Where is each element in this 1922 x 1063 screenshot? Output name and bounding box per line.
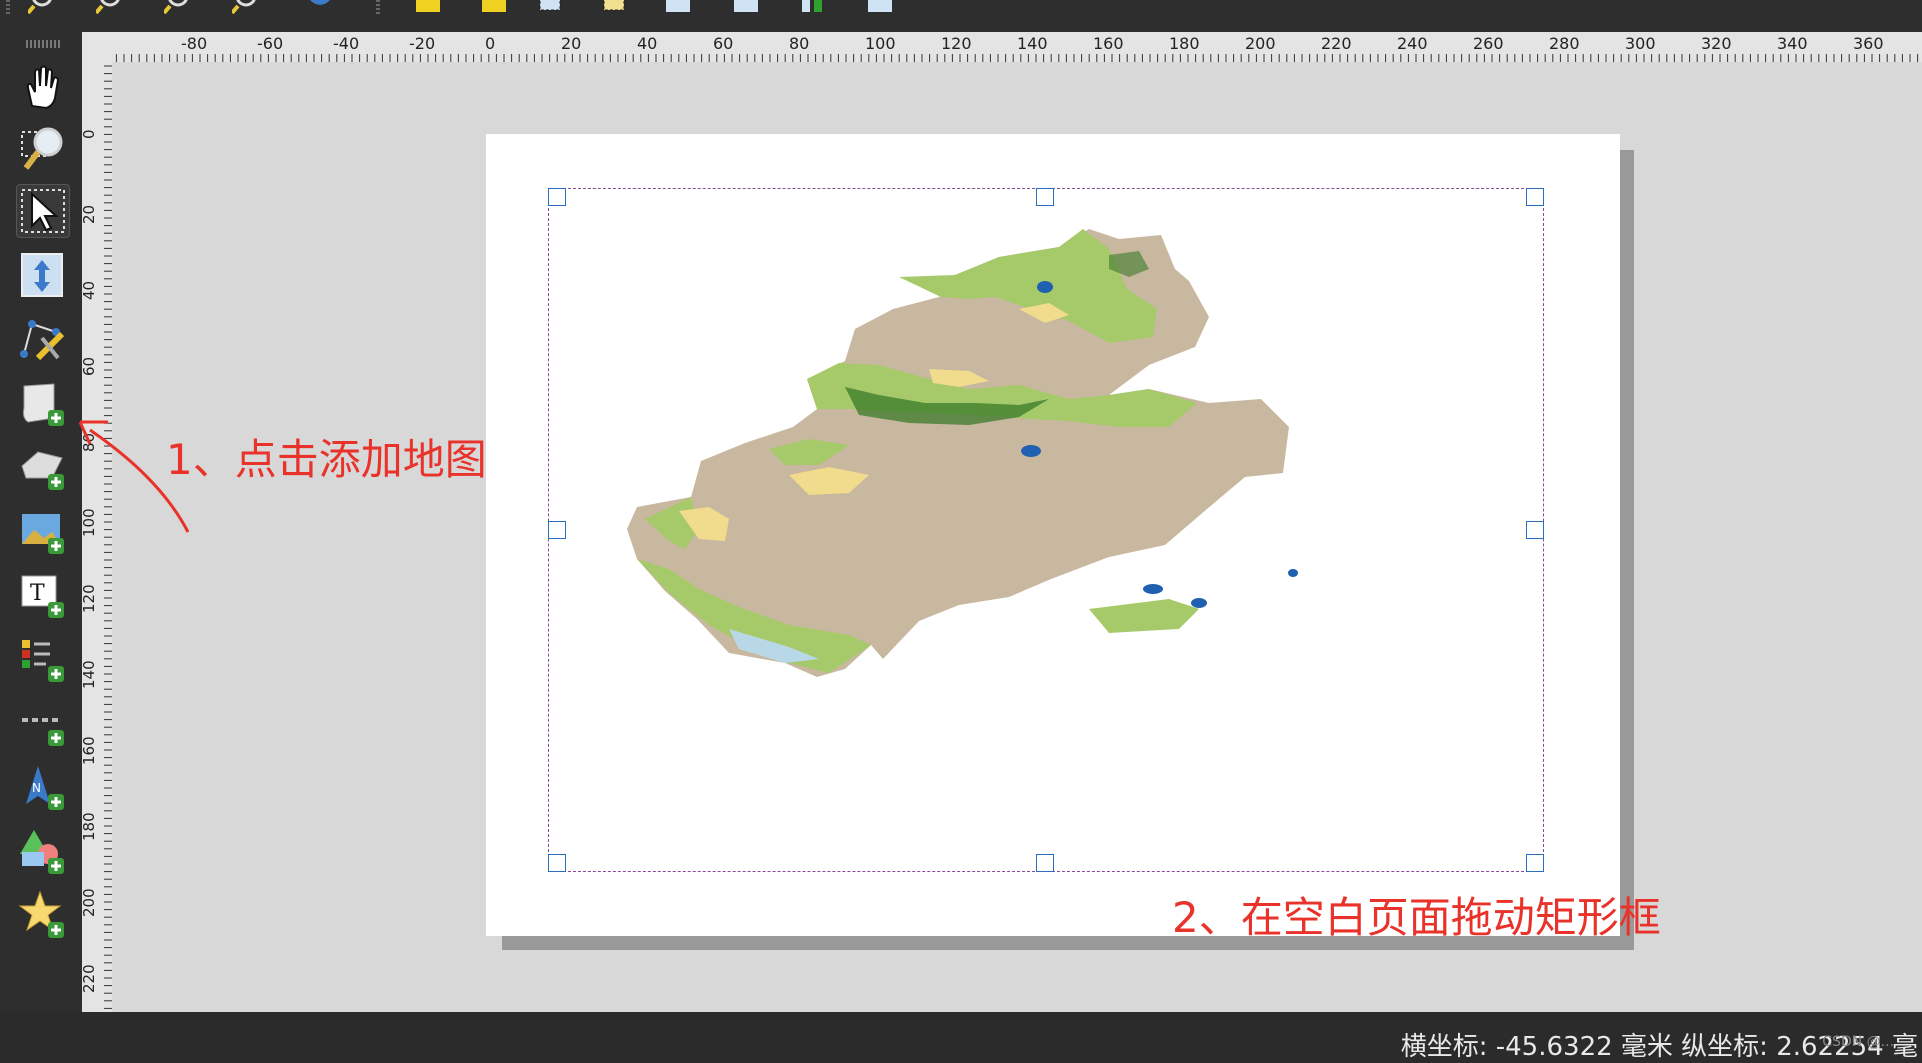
- zoom-in-icon[interactable]: [96, 0, 124, 14]
- ruler-label: 60: [713, 34, 734, 53]
- ruler-label: 100: [865, 34, 896, 53]
- resize-handle-right[interactable]: [1526, 521, 1544, 539]
- ruler-label: 20: [561, 34, 582, 53]
- resize-handle-bottom-left[interactable]: [548, 854, 566, 872]
- ruler-label: 140: [82, 660, 98, 689]
- resize-handle-bottom[interactable]: [1036, 854, 1054, 872]
- toolbar-grip[interactable]: [6, 0, 10, 14]
- toolbar-grip[interactable]: [376, 0, 380, 14]
- xinjiang-landcover-map: [627, 229, 1298, 677]
- resize-handle-left[interactable]: [548, 521, 566, 539]
- ruler-label: 60: [82, 356, 98, 376]
- ruler-label: 240: [1397, 34, 1428, 53]
- svg-text:N: N: [32, 781, 41, 795]
- resize-handle-top[interactable]: [1036, 188, 1054, 206]
- ruler-label: -60: [257, 34, 284, 53]
- ruler-corner: [82, 32, 112, 62]
- add-scalebar-icon: [22, 718, 64, 746]
- resize-handle-top-left[interactable]: [548, 188, 566, 206]
- ruler-label: 160: [1093, 34, 1124, 53]
- add-north-arrow-icon: N: [26, 766, 64, 810]
- edit-nodes-icon[interactable]: [600, 0, 628, 14]
- add-legend-tool[interactable]: [16, 632, 70, 686]
- ruler-label: -40: [333, 34, 360, 53]
- annotation-step2: 2、在空白页面拖动矩形框: [1172, 893, 1661, 942]
- ruler-label: 360: [1853, 34, 1884, 53]
- ruler-label: 280: [1549, 34, 1580, 53]
- ruler-label: 40: [637, 34, 658, 53]
- ruler-label: 0: [485, 34, 496, 53]
- move-content-icon[interactable]: [536, 0, 564, 14]
- add-scalebar-tool[interactable]: [16, 696, 70, 750]
- watermark: CSDN @...: [1822, 1034, 1894, 1050]
- toolbar-grip[interactable]: [26, 40, 60, 48]
- ruler-label: 200: [82, 888, 98, 917]
- svg-text:T: T: [30, 581, 45, 606]
- ruler-label: 200: [1245, 34, 1276, 53]
- ruler-label: 220: [82, 964, 98, 993]
- hand-icon: [26, 65, 60, 110]
- ruler-label: 20: [82, 204, 98, 224]
- ruler-label: 160: [82, 736, 98, 765]
- ruler-label: 180: [1169, 34, 1200, 53]
- raise-item-icon[interactable]: [414, 0, 442, 14]
- arrow-select-icon: [21, 189, 65, 233]
- ruler-label: 220: [1321, 34, 1352, 53]
- align-left-icon[interactable]: [664, 0, 692, 14]
- edit-nodes-icon: [20, 320, 65, 361]
- add-label-tool[interactable]: T: [16, 568, 70, 622]
- add-shape-icon: [20, 830, 64, 874]
- ruler-label: 320: [1701, 34, 1732, 53]
- zoom-full-icon[interactable]: [28, 0, 56, 14]
- add-marker-tool[interactable]: [16, 888, 70, 942]
- add-legend-icon: [22, 640, 64, 682]
- horizontal-ruler[interactable]: -80 -60 -40 -20 0 20 40 60 80 100 120 140 160 180 200 2…: [82, 32, 1922, 63]
- top-toolbar: [0, 0, 1922, 33]
- ruler-label: -80: [181, 34, 208, 53]
- ruler-label: -20: [409, 34, 436, 53]
- ruler-label: 180: [82, 812, 98, 841]
- add-label-icon: T: [21, 575, 64, 618]
- ruler-label: 260: [1473, 34, 1504, 53]
- map-item-frame[interactable]: [548, 188, 1544, 872]
- pan-tool[interactable]: [16, 60, 70, 114]
- zoom-out-icon[interactable]: [164, 0, 192, 14]
- ruler-label: 80: [789, 34, 810, 53]
- add-north-arrow-tool[interactable]: N: [16, 760, 70, 814]
- ruler-label: 120: [82, 584, 98, 613]
- ruler-label: 140: [1017, 34, 1048, 53]
- annotation-step1: 1、点击添加地图: [166, 435, 487, 484]
- add-shape-tool[interactable]: [16, 824, 70, 878]
- resize-handle-bottom-right[interactable]: [1526, 854, 1544, 872]
- zoom-tool[interactable]: [16, 122, 70, 176]
- ruler-label: 40: [82, 280, 98, 300]
- lower-item-icon[interactable]: [480, 0, 508, 14]
- move-content-icon: [21, 253, 63, 297]
- ruler-label: 340: [1777, 34, 1808, 53]
- align-center-icon[interactable]: [732, 0, 760, 14]
- ruler-label: 120: [941, 34, 972, 53]
- magnifier-icon: [21, 127, 63, 170]
- resize-handle-top-right[interactable]: [1526, 188, 1544, 206]
- distribute-icon[interactable]: [800, 0, 828, 14]
- ruler-label: 0: [82, 129, 98, 139]
- zoom-actual-icon[interactable]: [232, 0, 260, 14]
- resize-icon[interactable]: [866, 0, 894, 14]
- select-move-tool[interactable]: [16, 184, 70, 238]
- ruler-label: 300: [1625, 34, 1656, 53]
- status-bar: 横坐标: -45.6322 毫米 纵坐标: 2.62254 毫 CSDN @..…: [0, 1012, 1922, 1062]
- move-content-tool[interactable]: [16, 248, 70, 302]
- edit-nodes-tool[interactable]: [16, 312, 70, 366]
- add-marker-icon: [18, 890, 64, 938]
- refresh-icon[interactable]: [306, 0, 334, 14]
